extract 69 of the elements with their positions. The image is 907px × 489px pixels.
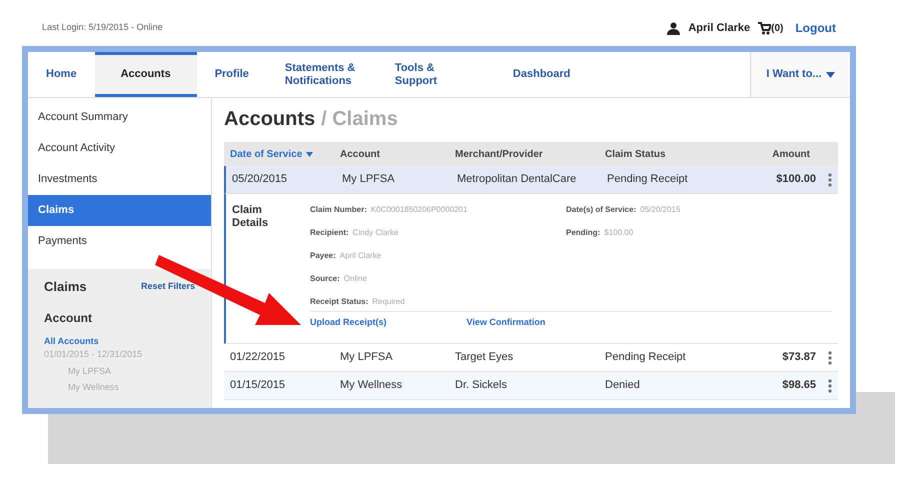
table-cell-text: Denied xyxy=(605,378,640,394)
table-cell-text: 01/15/2015 xyxy=(230,378,286,394)
sidebar-item[interactable]: Payments xyxy=(28,226,211,257)
table-cell-text: Pending Receipt xyxy=(607,172,688,188)
want-to-menu[interactable]: I Want to... xyxy=(750,52,850,97)
sidebar-item[interactable]: Investments xyxy=(28,164,211,195)
field-value: Required xyxy=(372,296,405,308)
field-value: Online xyxy=(344,273,367,285)
column-header[interactable]: Amount xyxy=(772,146,810,162)
field-value: 05/20/2015 xyxy=(640,204,680,216)
more-icon[interactable] xyxy=(828,378,832,392)
user-icon xyxy=(667,22,680,34)
reset-filters-link[interactable]: Reset Filters xyxy=(140,280,195,294)
user-name[interactable]: April Clarke xyxy=(688,20,750,36)
nav-tab[interactable]: Accounts xyxy=(94,52,197,97)
field-value: April Clarke xyxy=(340,250,382,262)
more-icon[interactable] xyxy=(828,350,832,364)
field-label: Source: xyxy=(310,273,340,285)
table-row[interactable]: 05/20/2015 My LPFSA Metropolitan DentalCare Pending Receipt $100.00 xyxy=(224,166,838,194)
table-cell-text: My Wellness xyxy=(340,378,402,394)
field-label: Receipt Status: xyxy=(310,296,368,308)
nav-tab[interactable]: Statements & Notifications xyxy=(266,52,377,97)
field-label: Pending: xyxy=(566,227,600,239)
last-login-text: Last Login: 5/19/2015 - Online xyxy=(42,21,163,34)
nav-tab[interactable]: Tools & Support xyxy=(376,52,487,97)
table-cell-text: 05/20/2015 xyxy=(232,172,288,188)
details-link[interactable]: View Confirmation xyxy=(466,316,546,330)
table-cell-text: My LPFSA xyxy=(342,172,395,188)
page-subtitle: / Claims xyxy=(321,107,398,132)
column-header[interactable]: Date of Service xyxy=(230,146,302,162)
filter-option[interactable]: All Accounts xyxy=(44,334,195,348)
table-cell-text: Dr. Sickels xyxy=(455,378,507,394)
field-label: Payee: xyxy=(310,250,336,262)
column-header[interactable]: Merchant/Provider xyxy=(455,146,543,162)
logout-link[interactable]: Logout xyxy=(795,19,836,37)
period-text: 01/01/2015 - 12/31/2015 xyxy=(44,348,144,361)
nav-tab[interactable]: Dashboard xyxy=(486,52,596,97)
sidebar-item[interactable]: Claims xyxy=(28,195,211,226)
sort-caret-icon xyxy=(306,152,314,156)
nav-tab[interactable]: Profile xyxy=(196,52,267,97)
table-cell-text: 01/22/2015 xyxy=(230,350,286,366)
table-cell-text: $100.00 xyxy=(776,172,816,188)
table-cell-text: $73.87 xyxy=(782,350,816,366)
column-header[interactable]: Claim Status xyxy=(605,146,666,162)
field-label: Claim Number: xyxy=(310,204,367,216)
cart-count[interactable]: (0) xyxy=(771,20,784,36)
caret-icon xyxy=(826,72,835,78)
details-title: Claim Details xyxy=(232,204,270,231)
column-header[interactable]: Account xyxy=(340,146,380,162)
field-label: Date(s) of Service: xyxy=(566,204,636,216)
table-cell-text: My LPFSA xyxy=(340,350,393,366)
cart-icon[interactable] xyxy=(758,22,772,34)
sidebar-item[interactable]: Account Summary xyxy=(28,102,211,133)
field-value: K0C0001850206P0000201 xyxy=(370,204,468,216)
details-link[interactable]: Upload Receipt(s) xyxy=(310,316,387,330)
table-cell-text: Metropolitan DentalCare xyxy=(457,172,576,188)
nav-tab[interactable]: Home xyxy=(28,52,95,97)
more-icon[interactable] xyxy=(828,172,832,186)
filter-title: Claims xyxy=(44,278,87,296)
field-value: Cindy Clarke xyxy=(352,227,398,239)
sidebar-item[interactable]: Account Activity xyxy=(28,133,211,164)
table-cell-text: $98.65 xyxy=(782,378,816,394)
field-value: $100.00 xyxy=(604,227,634,239)
table-row[interactable]: 01/15/2015 My Wellness Dr. Sickels Denied $98.65 xyxy=(224,372,838,400)
page-title: Accounts xyxy=(224,107,316,132)
table-cell-text: Target Eyes xyxy=(455,350,514,366)
filter-heading: Account xyxy=(44,310,93,326)
field-label: Recipient: xyxy=(310,227,349,239)
table-cell-text: Pending Receipt xyxy=(605,350,686,366)
